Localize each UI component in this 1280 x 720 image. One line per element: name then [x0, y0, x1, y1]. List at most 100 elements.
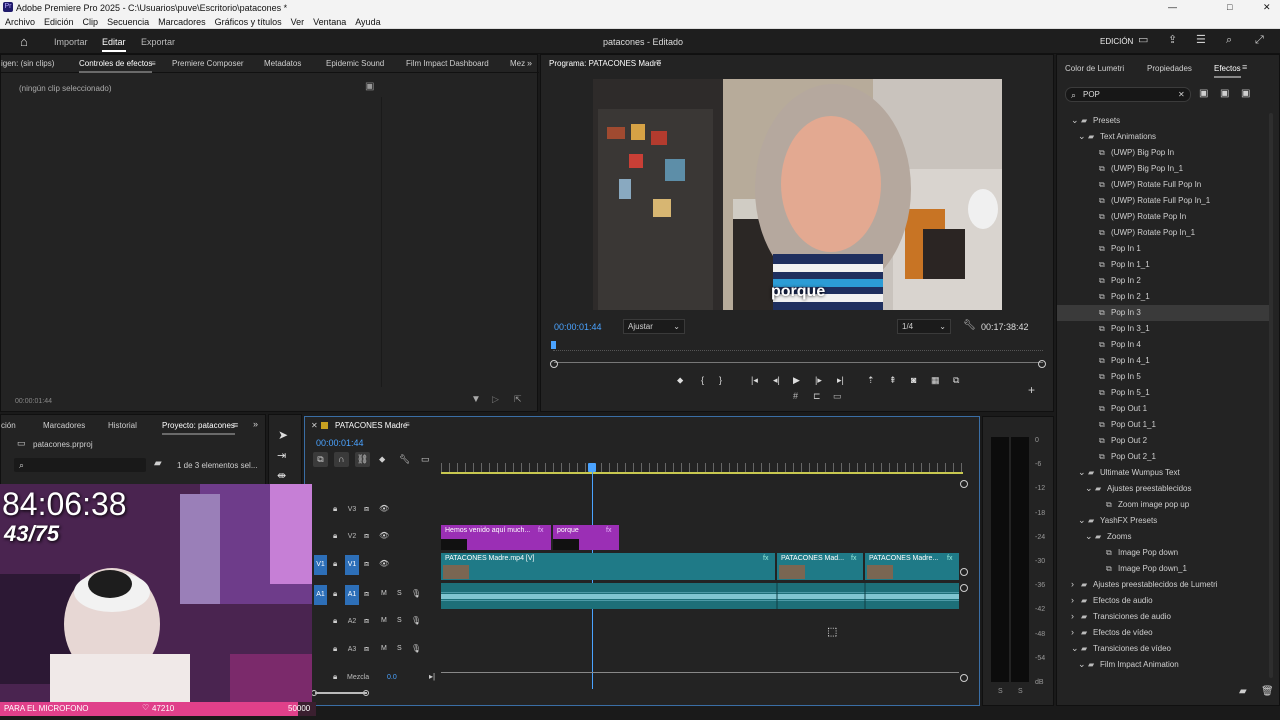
- menu-item[interactable]: Marcadores: [158, 17, 206, 27]
- effects-preset[interactable]: ⧉ Pop Out 2_1: [1057, 449, 1269, 465]
- effects-preset[interactable]: ⧉ Zoom image pop up: [1057, 497, 1269, 513]
- clip-v2-text[interactable]: Hemos venido aquí much... fx: [441, 525, 551, 550]
- sync-lock-icon[interactable]: ⧈: [364, 589, 369, 599]
- lock-icon[interactable]: 🔒︎: [333, 589, 337, 599]
- zoom-handle-right[interactable]: [1038, 360, 1046, 368]
- effects-folder[interactable]: ⌄ ▰ Text Animations: [1057, 129, 1269, 145]
- track-select-icon[interactable]: ⇥: [277, 451, 286, 462]
- zoom-handle-left[interactable]: [550, 360, 558, 368]
- chevron-down-icon[interactable]: ⌄: [1078, 464, 1086, 480]
- wrench-icon[interactable]: 🔧︎: [399, 454, 410, 465]
- chevron-down-icon[interactable]: ⌄: [1085, 528, 1093, 544]
- effects-folder[interactable]: ⌄ ▰ Presets: [1057, 113, 1269, 129]
- guides-icon[interactable]: ⊏: [813, 391, 821, 402]
- project-tab[interactable]: Historial: [108, 417, 137, 435]
- timeline-playhead-head[interactable]: [588, 463, 596, 472]
- workspace-label[interactable]: EDICIÓN: [1100, 37, 1133, 46]
- effects-preset[interactable]: ⧉ Pop In 3: [1057, 305, 1269, 321]
- source-tab[interactable]: Film Impact Dashboard: [406, 55, 489, 73]
- quality-dropdown[interactable]: 1/4 ⌄: [897, 319, 951, 334]
- eye-icon[interactable]: 👁︎: [379, 531, 389, 540]
- mark-in-icon[interactable]: {: [701, 375, 704, 385]
- chevron-right-icon[interactable]: ›: [1071, 608, 1074, 624]
- sync-lock-icon[interactable]: ⧈: [364, 504, 369, 514]
- sequence-menu-icon[interactable]: ≡: [405, 421, 410, 429]
- source-tab[interactable]: Epidemic Sound: [326, 55, 384, 73]
- effects-preset[interactable]: ⧉ (UWP) Rotate Pop In: [1057, 209, 1269, 225]
- clear-search-icon[interactable]: ✕: [1178, 90, 1185, 99]
- menu-item[interactable]: Archivo: [5, 17, 35, 27]
- project-tab[interactable]: ción: [1, 417, 16, 435]
- project-menu-icon[interactable]: ≡: [233, 421, 238, 430]
- edit-tab[interactable]: Editar: [102, 37, 126, 52]
- minimize-button[interactable]: —: [1168, 2, 1177, 12]
- go-to-in-icon[interactable]: |◂: [751, 375, 758, 386]
- effects-preset[interactable]: ⧉ (UWP) Big Pop In_1: [1057, 161, 1269, 177]
- chevron-right-icon[interactable]: ›: [1071, 624, 1074, 640]
- effects-folder[interactable]: ⌄ ▰ Transiciones de vídeo: [1057, 641, 1269, 657]
- add-marker-icon[interactable]: ⬥: [379, 454, 385, 465]
- lift-icon[interactable]: ⇡: [867, 375, 875, 386]
- track-header-a2[interactable]: 🔒︎ A2 ⧈ M S 🎙︎: [305, 611, 441, 633]
- chevron-down-icon[interactable]: ⌄: [1078, 128, 1086, 144]
- effects-search-input[interactable]: [1083, 89, 1173, 100]
- track-header-a3[interactable]: 🔒︎ A3 ⧈ M S 🎙︎: [305, 639, 441, 661]
- sync-lock-icon[interactable]: ⧈: [364, 616, 369, 626]
- track-header-v2[interactable]: 🔒︎ V2 ⧈ 👁︎: [305, 526, 441, 548]
- extract-icon[interactable]: ⇞: [889, 375, 897, 386]
- chevron-right-icon[interactable]: ›: [1071, 592, 1074, 608]
- source-patch[interactable]: A1: [314, 585, 327, 605]
- effects-preset[interactable]: ⧉ (UWP) Rotate Pop In_1: [1057, 225, 1269, 241]
- add-button-icon[interactable]: +: [1028, 384, 1035, 396]
- home-icon[interactable]: ⌂: [20, 35, 28, 48]
- effects-preset[interactable]: ⧉ Pop In 5_1: [1057, 385, 1269, 401]
- chevron-down-icon[interactable]: ⌄: [1078, 656, 1086, 672]
- track-header-a1[interactable]: A1 🔒︎ A1 ⧈ M S 🎙︎: [305, 584, 441, 606]
- tab-properties[interactable]: Propiedades: [1147, 64, 1192, 73]
- effects-preset[interactable]: ⧉ Pop Out 1_1: [1057, 417, 1269, 433]
- clip-a1-audio[interactable]: [441, 583, 959, 609]
- captions-icon[interactable]: ▭: [421, 454, 430, 465]
- eye-icon[interactable]: 👁︎: [379, 559, 389, 568]
- wrench-icon[interactable]: 🔧︎: [963, 321, 976, 331]
- source-tab[interactable]: Mez: [510, 55, 525, 73]
- effects-folder[interactable]: ⌄ ▰ Ajustes preestablecidos: [1057, 481, 1269, 497]
- ripple-edit-icon[interactable]: ⇼: [277, 471, 286, 482]
- lock-icon[interactable]: 🔒︎: [333, 673, 337, 681]
- effects-preset[interactable]: ⧉ (UWP) Rotate Full Pop In: [1057, 177, 1269, 193]
- fullscreen-icon[interactable]: ⤢: [1255, 35, 1264, 46]
- project-search-input[interactable]: ⌕: [14, 458, 146, 472]
- effects-preset[interactable]: ⧉ Pop In 4: [1057, 337, 1269, 353]
- close-sequence-icon[interactable]: ✕: [311, 422, 318, 430]
- lock-icon[interactable]: 🔒︎: [333, 644, 337, 654]
- panel-layout-icon[interactable]: ▭: [1138, 35, 1148, 46]
- effects-folder[interactable]: ⌄ ▰ Ultimate Wumpus Text: [1057, 465, 1269, 481]
- track-id[interactable]: A1: [345, 585, 359, 605]
- quick-export-icon[interactable]: ☰: [1196, 35, 1206, 46]
- sync-lock-icon[interactable]: ⧈: [364, 644, 369, 654]
- new-bin-icon[interactable]: ▰: [154, 459, 162, 469]
- panel-toggle-icon[interactable]: ▣: [365, 82, 374, 92]
- chevron-right-icon[interactable]: ›: [1071, 576, 1074, 592]
- tab-effects[interactable]: Efectos: [1214, 64, 1241, 78]
- solo-button[interactable]: S: [397, 645, 402, 652]
- track-id[interactable]: V3: [345, 500, 359, 520]
- menu-item[interactable]: Ayuda: [355, 17, 380, 27]
- effects-folder[interactable]: › ▰ Efectos de vídeo: [1057, 625, 1269, 641]
- panel-menu-icon[interactable]: ≡: [1242, 63, 1247, 72]
- effects-preset[interactable]: ⧉ Pop Out 2: [1057, 433, 1269, 449]
- clip-v1-second[interactable]: PATACONES Mad... fx: [777, 553, 863, 580]
- mute-button[interactable]: M: [381, 617, 387, 624]
- effects-folder[interactable]: ⌄ ▰ Zooms: [1057, 529, 1269, 545]
- lock-icon[interactable]: 🔒︎: [333, 616, 337, 626]
- export-frame-icon[interactable]: ⇱: [514, 395, 522, 404]
- nest-icon[interactable]: ⧉: [313, 452, 328, 467]
- yuv-effects-icon[interactable]: ▣: [1241, 89, 1250, 99]
- safe-margins-icon[interactable]: ▭: [833, 391, 842, 402]
- effects-preset[interactable]: ⧉ Image Pop down: [1057, 545, 1269, 561]
- effects-preset[interactable]: ⧉ Pop In 1: [1057, 241, 1269, 257]
- multicam-icon[interactable]: ⧉: [953, 375, 959, 386]
- project-tab[interactable]: Proyecto: patacones: [162, 417, 235, 435]
- maximize-button[interactable]: □: [1227, 2, 1232, 12]
- mix-value[interactable]: 0.0: [387, 674, 397, 681]
